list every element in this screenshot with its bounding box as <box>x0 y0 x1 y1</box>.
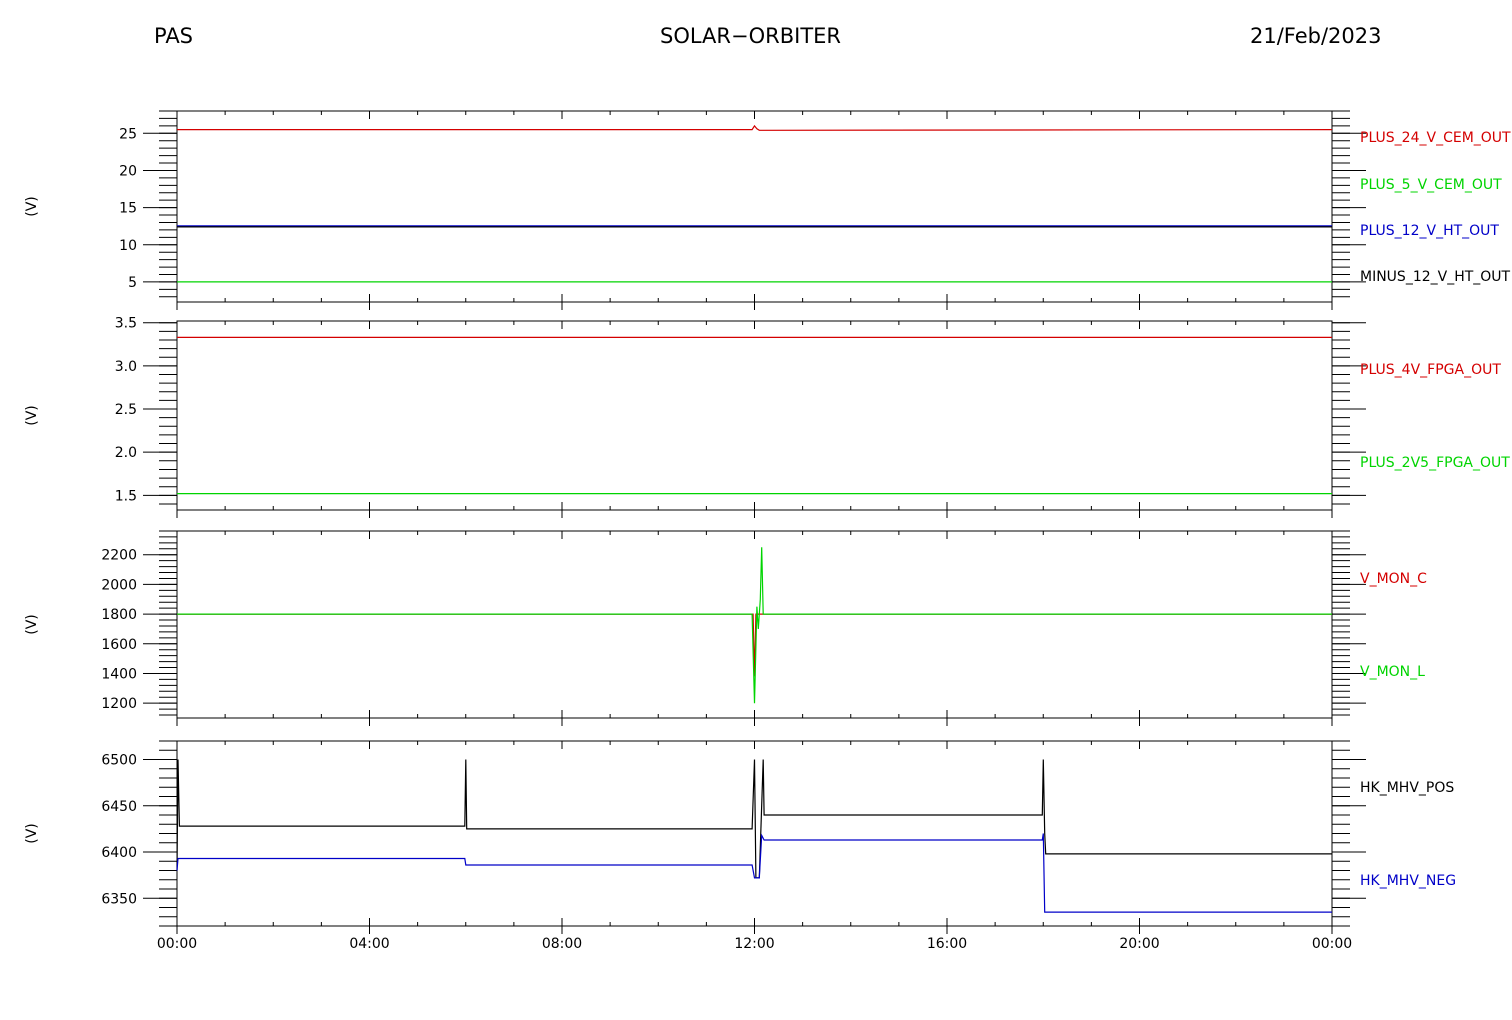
series-line <box>176 759 1332 879</box>
y-tick-label: 6450 <box>101 799 137 815</box>
y-tick-label: 1.5 <box>115 488 137 504</box>
y-tick-label: 15 <box>119 201 137 217</box>
legend-label: PLUS_2V5_FPGA_OUT <box>1360 455 1510 471</box>
y-tick-label: 6350 <box>101 891 137 907</box>
housekeeping-chart: 5 10 15 20 25 (V) PLUS_24_V_CEM_OUT PLUS_5_V_CE… <box>24 110 1511 952</box>
y-tick-label: 2200 <box>101 548 137 564</box>
series-line <box>177 547 1332 704</box>
legend-label: HK_MHV_POS <box>1360 780 1454 796</box>
y-tick-label: 6400 <box>101 845 137 861</box>
legend-label: V_MON_C <box>1360 571 1427 587</box>
x-tick-label: 04:00 <box>349 936 389 952</box>
y-axis-label: (V) <box>24 405 40 426</box>
panel-frame <box>176 320 1333 511</box>
legend-label: PLUS_24_V_CEM_OUT <box>1360 130 1511 146</box>
legend-label: HK_MHV_NEG <box>1360 873 1456 889</box>
panel-frame <box>176 110 1333 303</box>
y-tick-label: 2.5 <box>115 402 137 418</box>
y-tick-label: 1600 <box>101 637 137 653</box>
legend-label: PLUS_4V_FPGA_OUT <box>1360 362 1501 378</box>
y-axis-label: (V) <box>24 196 40 217</box>
y-tick-label: 1800 <box>101 607 137 623</box>
y-axis-label: (V) <box>24 823 40 844</box>
y-tick-label: 5 <box>128 275 137 291</box>
y-tick-label: 20 <box>119 163 137 179</box>
x-tick-label: 00:00 <box>1312 936 1352 952</box>
y-tick-label: 3.5 <box>115 316 137 332</box>
y-tick-label: 3.0 <box>115 359 137 375</box>
y-tick-label: 1400 <box>101 666 137 682</box>
y-tick-label: 10 <box>119 238 137 254</box>
series-line <box>177 124 1333 131</box>
x-tick-label: 00:00 <box>157 936 197 952</box>
y-tick-label: 25 <box>119 126 137 142</box>
series-line <box>176 833 1332 913</box>
x-tick-label: 08:00 <box>542 936 582 952</box>
x-tick-label: 12:00 <box>734 936 774 952</box>
y-tick-label: 2.0 <box>115 445 137 461</box>
y-axis-label: (V) <box>24 614 40 635</box>
x-tick-label: 20:00 <box>1119 936 1159 952</box>
legend-label: PLUS_12_V_HT_OUT <box>1360 223 1499 239</box>
y-tick-label: 1200 <box>101 696 137 712</box>
legend-label: PLUS_5_V_CEM_OUT <box>1360 177 1502 193</box>
legend-label: V_MON_L <box>1360 664 1425 680</box>
y-tick-label: 2000 <box>101 577 137 593</box>
x-tick-label: 16:00 <box>927 936 967 952</box>
y-tick-label: 6500 <box>101 753 137 769</box>
legend-label: MINUS_12_V_HT_OUT <box>1360 269 1511 285</box>
series-line <box>177 613 1332 677</box>
